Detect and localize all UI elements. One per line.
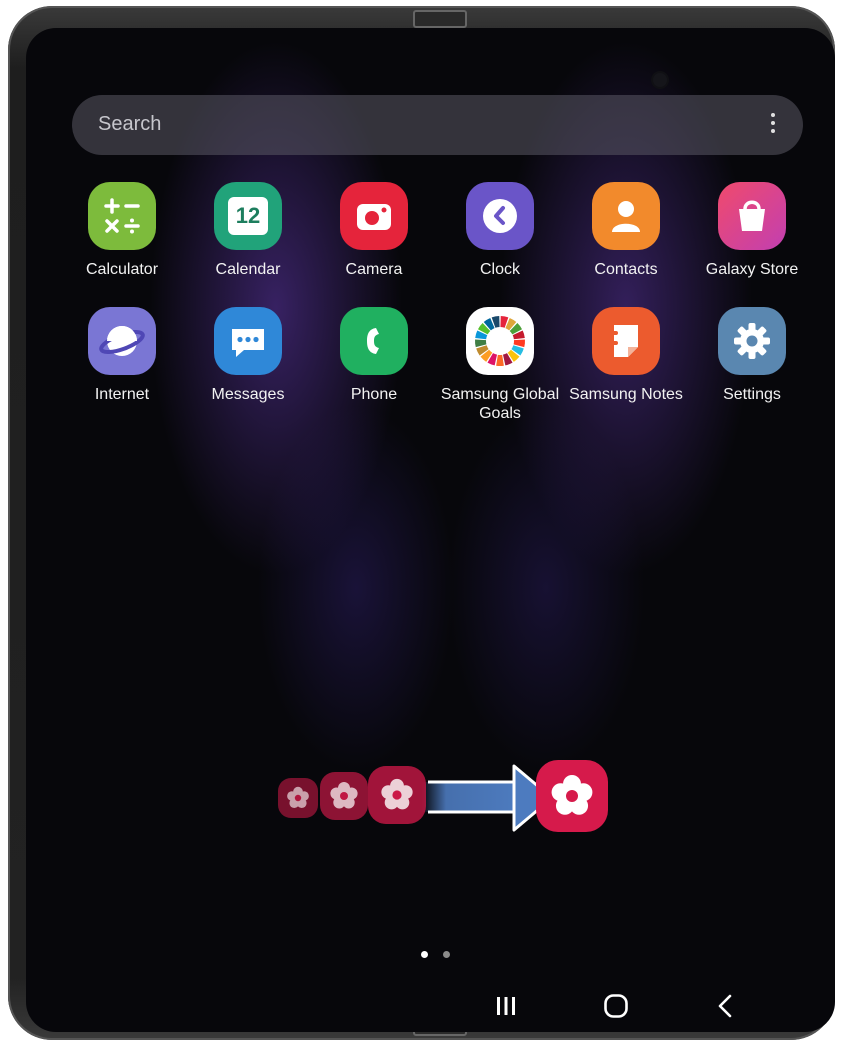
app-samsung-global-goals[interactable]: Samsung Global Goals [437, 307, 563, 423]
app-contacts[interactable]: Contacts [563, 182, 689, 279]
back-chevron-icon [718, 994, 732, 1018]
clock-icon [466, 182, 534, 250]
home-screen: Search Calculator 12 Calendar Camera Clo… [26, 28, 835, 1032]
app-label: Galaxy Store [705, 261, 799, 278]
notes-icon [592, 307, 660, 375]
calendar-icon: 12 [214, 182, 282, 250]
page-indicator [421, 945, 465, 963]
goals-wheel-segment [496, 354, 504, 366]
calculator-icon [88, 182, 156, 250]
app-label: Samsung Global Goals [440, 386, 560, 422]
app-label: Camera [345, 261, 403, 278]
app-label: Calendar [215, 261, 281, 278]
global-goals-icon [466, 307, 534, 375]
contacts-icon [592, 182, 660, 250]
front-camera [653, 73, 667, 87]
internet-planet-icon [88, 307, 156, 375]
app-camera[interactable]: Camera [311, 182, 437, 279]
recents-icon [497, 997, 515, 1015]
app-phone[interactable]: Phone [311, 307, 437, 404]
app-label: Internet [94, 386, 150, 403]
messages-icon [214, 307, 282, 375]
app-calendar[interactable]: 12 Calendar [185, 182, 311, 279]
search-bar[interactable]: Search [72, 95, 803, 155]
page-dot-active[interactable] [421, 951, 428, 958]
app-clock[interactable]: Clock [437, 182, 563, 279]
page-dot[interactable] [443, 951, 450, 958]
home-button[interactable] [596, 990, 636, 1022]
app-galaxy-store[interactable]: Galaxy Store [689, 182, 815, 279]
app-label: Settings [723, 386, 781, 403]
more-vertical-icon[interactable] [763, 109, 783, 141]
app-messages[interactable]: Messages [185, 307, 311, 404]
app-settings[interactable]: Settings [689, 307, 815, 404]
app-label: Contacts [594, 261, 658, 278]
app-calculator[interactable]: Calculator [59, 182, 185, 279]
recents-button[interactable] [486, 990, 526, 1022]
home-icon [604, 994, 628, 1018]
phone-icon [340, 307, 408, 375]
calendar-date: 12 [235, 203, 261, 228]
app-label: Calculator [85, 261, 159, 278]
gear-icon [718, 307, 786, 375]
back-button[interactable] [706, 990, 746, 1022]
app-label: Phone [350, 386, 398, 403]
app-label: Clock [479, 261, 520, 278]
app-label: Messages [211, 386, 285, 403]
camera-icon [340, 182, 408, 250]
app-label: Samsung Notes [569, 386, 683, 403]
shopping-bag-icon [718, 182, 786, 250]
app-internet[interactable]: Internet [59, 307, 185, 404]
app-samsung-notes[interactable]: Samsung Notes [563, 307, 689, 404]
phone-frame: Search Calculator 12 Calendar Camera Clo… [8, 6, 835, 1040]
search-placeholder: Search [98, 113, 162, 135]
drag-hint [278, 758, 608, 838]
navigation-bar [486, 990, 786, 1022]
hinge-top [413, 10, 467, 28]
